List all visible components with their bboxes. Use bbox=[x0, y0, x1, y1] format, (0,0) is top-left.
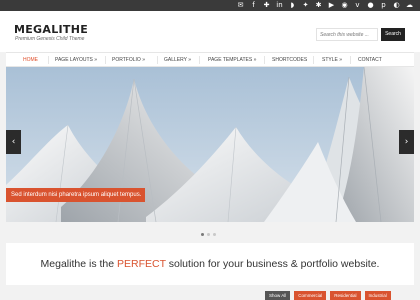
vimeo-icon[interactable]: v bbox=[353, 1, 362, 10]
tagline-section: Megalithe is the PERFECT solution for yo… bbox=[6, 243, 414, 285]
slider-pagination bbox=[201, 233, 216, 236]
stumbleupon-icon[interactable]: ✦ bbox=[301, 1, 310, 10]
mail-icon[interactable]: ✉ bbox=[236, 1, 245, 10]
filter-commercial[interactable]: Commercial bbox=[294, 291, 327, 300]
slide-caption: Sed interdum nisi pharetra ipsum aliquet… bbox=[6, 188, 146, 202]
facebook-icon[interactable]: f bbox=[249, 1, 258, 10]
tagline-text-end: solution for your business & portfolio w… bbox=[165, 258, 380, 270]
nav-divider bbox=[105, 56, 106, 64]
slider-dot[interactable] bbox=[201, 233, 204, 236]
nav-divider bbox=[157, 56, 158, 64]
filter-residential[interactable]: Residential bbox=[330, 291, 361, 300]
filter-industrial[interactable]: Industrial bbox=[364, 291, 391, 300]
nav-item-shortcodes[interactable]: SHORTCODES bbox=[272, 53, 307, 67]
nav-item-contact[interactable]: CONTACT bbox=[358, 53, 382, 67]
nav-divider bbox=[199, 56, 200, 64]
email-icon[interactable]: ☁ bbox=[405, 1, 414, 10]
main-nav: HOME PAGE LAYOUTS » PORTFOLIO » GALLERY … bbox=[6, 52, 414, 67]
site-header: MEGALITHE Premium Genesis Child Theme Se… bbox=[0, 11, 420, 52]
slider-prev-button[interactable]: ‹ bbox=[6, 130, 21, 154]
tagline-text: Megalithe is the bbox=[40, 258, 118, 270]
slider-next-button[interactable]: › bbox=[399, 130, 414, 154]
portfolio-filters: Show All Commercial Residential Industri… bbox=[265, 291, 391, 300]
nav-divider bbox=[350, 56, 351, 64]
youtube-icon[interactable]: ▶ bbox=[327, 1, 336, 10]
nav-item-home[interactable]: HOME bbox=[23, 53, 38, 67]
nav-divider bbox=[313, 56, 314, 64]
slider-dot[interactable] bbox=[207, 233, 210, 236]
tagline: Megalithe is the PERFECT solution for yo… bbox=[6, 258, 414, 270]
hero-slider[interactable]: ‹ › Sed interdum nisi pharetra ipsum ali… bbox=[6, 67, 414, 222]
github-icon[interactable]: ◐ bbox=[392, 1, 401, 10]
dribbble-icon[interactable]: ◉ bbox=[340, 1, 349, 10]
nav-item-page-templates[interactable]: PAGE TEMPLATES » bbox=[208, 53, 256, 67]
nav-divider bbox=[48, 56, 49, 64]
search-input[interactable] bbox=[316, 28, 378, 41]
pinterest-icon[interactable]: p bbox=[379, 1, 388, 10]
twitter-icon[interactable]: ✱ bbox=[314, 1, 323, 10]
google-plus-icon[interactable]: ✚ bbox=[262, 1, 271, 10]
site-title[interactable]: MEGALITHE bbox=[14, 23, 88, 36]
search-button[interactable]: Search bbox=[381, 28, 405, 41]
filter-show-all[interactable]: Show All bbox=[265, 291, 291, 300]
nav-divider bbox=[264, 56, 265, 64]
slider-dot[interactable] bbox=[213, 233, 216, 236]
social-bar: ✉ f ✚ in ◗ ✦ ✱ ▶ ◉ v ● p ◐ ☁ bbox=[0, 0, 420, 11]
nav-item-style[interactable]: STYLE » bbox=[322, 53, 342, 67]
social-icons: ✉ f ✚ in ◗ ✦ ✱ ▶ ◉ v ● p ◐ ☁ bbox=[236, 0, 414, 11]
nav-item-gallery[interactable]: GALLERY » bbox=[164, 53, 191, 67]
linkedin-icon[interactable]: in bbox=[275, 1, 284, 10]
nav-item-portfolio[interactable]: PORTFOLIO » bbox=[112, 53, 145, 67]
tagline-accent: PERFECT bbox=[117, 258, 166, 270]
site-description: Premium Genesis Child Theme bbox=[15, 36, 85, 42]
flickr-icon[interactable]: ● bbox=[366, 1, 375, 10]
nav-item-page-layouts[interactable]: PAGE LAYOUTS » bbox=[55, 53, 97, 67]
rss-icon[interactable]: ◗ bbox=[288, 1, 297, 10]
